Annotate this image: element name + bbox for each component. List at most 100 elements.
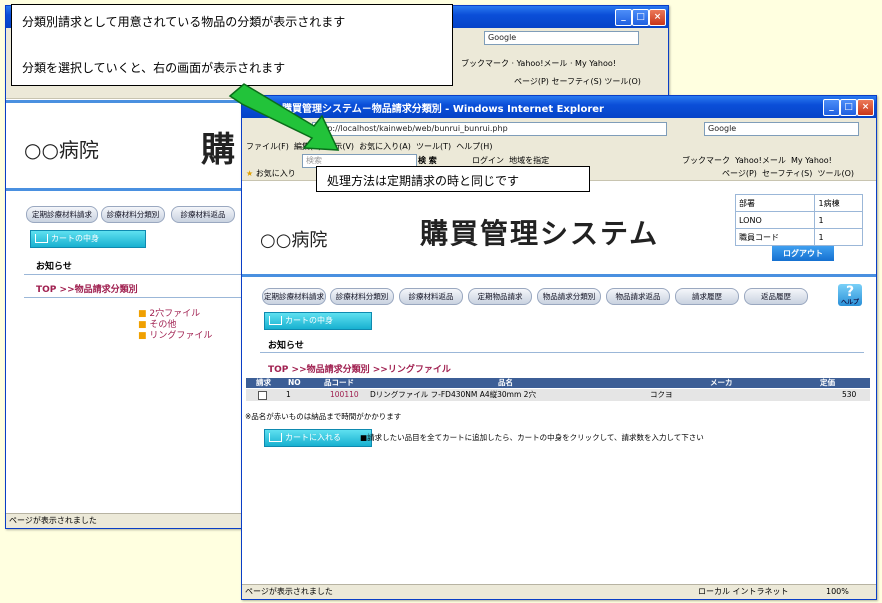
cart-icon bbox=[269, 316, 282, 325]
nav-shinryo-bunrui[interactable]: 診療材料分類別 bbox=[330, 288, 394, 305]
front-cart-button[interactable]: カートの中身 bbox=[264, 312, 372, 330]
front-status-bar: ページが表示されました ローカル イントラネット 100% bbox=[242, 584, 876, 599]
help-button[interactable]: ? ヘルプ bbox=[838, 284, 862, 306]
nav-shinryo-bunrui[interactable]: 診療材料分類別 bbox=[101, 206, 165, 223]
table-row: 1 100110 Dリングファイル フ-FD430NM A4縦30mm 2穴 コ… bbox=[246, 389, 870, 401]
nav-shinryo-henpin[interactable]: 診療材料返品 bbox=[399, 288, 463, 305]
front-crumb-top[interactable]: TOP bbox=[268, 365, 288, 375]
row-code: 100110 bbox=[330, 390, 359, 399]
back-cart-button[interactable]: カートの中身 bbox=[30, 230, 146, 248]
user-info-table: 部署 1病棟 LONO 1 職員コード 1 bbox=[734, 194, 863, 246]
request-checkbox[interactable] bbox=[258, 391, 267, 400]
back-crumb-top[interactable]: TOP bbox=[36, 285, 56, 295]
my-yahoo-link[interactable]: My Yahoo! bbox=[791, 156, 832, 165]
row-maker: コクヨ bbox=[650, 390, 673, 399]
back-breadcrumb: TOP >>物品請求分類別 bbox=[36, 282, 138, 295]
info-value: 1病棟 bbox=[814, 194, 863, 212]
info-label: 職員コード bbox=[734, 228, 816, 246]
nav-henpin-rireki[interactable]: 返品履歴 bbox=[744, 288, 808, 305]
zoom-control[interactable]: 100% bbox=[826, 585, 849, 599]
green-arrow bbox=[228, 83, 340, 151]
add-cart-label: カートに入れる bbox=[285, 433, 341, 442]
front-logo: 購買管理システム bbox=[420, 217, 660, 250]
back-notice-heading: お知らせ bbox=[36, 262, 72, 272]
address-bar[interactable]: http://localhost/kainweb/web/bunrui_bunr… bbox=[312, 122, 667, 136]
maximize-button[interactable]: □ bbox=[632, 9, 649, 26]
category-list: ■ 2穴ファイル ■ その他 ■ リングファイル bbox=[138, 309, 212, 342]
info-label: LONO bbox=[734, 211, 816, 229]
info-value: 1 bbox=[814, 211, 863, 229]
info-row: LONO 1 bbox=[734, 211, 863, 229]
nav-buppin-henpin[interactable]: 物品請求返品 bbox=[606, 288, 670, 305]
callout-top-line2: 分類を選択していくと、右の画面が表示されます bbox=[22, 61, 286, 75]
region-link[interactable]: 地域を指定 bbox=[509, 156, 549, 165]
back-search-box[interactable]: Google bbox=[484, 31, 639, 45]
back-rule-2 bbox=[24, 297, 246, 298]
nav-teiki-shinryo[interactable]: 定期診療材料請求 bbox=[26, 206, 98, 223]
row-name: Dリングファイル フ-FD430NM A4縦30mm 2穴 bbox=[370, 390, 536, 399]
close-button[interactable]: × bbox=[857, 99, 874, 116]
menu-help[interactable]: ヘルプ(H) bbox=[456, 142, 492, 151]
back-cart-label: カートの中身 bbox=[51, 234, 99, 243]
favorites-button[interactable]: ★ お気に入り bbox=[246, 168, 296, 179]
nav-teiki-buppin[interactable]: 定期物品請求 bbox=[468, 288, 532, 305]
category-item[interactable]: ■ 2穴ファイル bbox=[138, 309, 212, 320]
back-hospital-name: ○○病院 bbox=[24, 138, 99, 162]
front-search-box[interactable]: Google bbox=[704, 122, 859, 136]
nav-buppin-bunrui[interactable]: 物品請求分類別 bbox=[537, 288, 601, 305]
close-button[interactable]: × bbox=[649, 9, 666, 26]
row-no: 1 bbox=[286, 390, 291, 399]
minimize-button[interactable]: _ bbox=[615, 9, 632, 26]
callout-middle: 処理方法は定期請求の時と同じです bbox=[316, 166, 590, 192]
safety-menu[interactable]: セーフティ(S) bbox=[551, 77, 601, 86]
cart-icon bbox=[35, 234, 48, 243]
info-row: 部署 1病棟 bbox=[734, 194, 863, 212]
bookmark-link[interactable]: ブックマーク bbox=[461, 59, 509, 68]
nav-seikyu-rireki[interactable]: 請求履歴 bbox=[675, 288, 739, 305]
item-table-header: 請求 NO 品コード 品名 メーカ 定価 bbox=[246, 378, 870, 388]
yahoo-toolbar-links: ログイン 地域を指定 bbox=[472, 155, 549, 166]
maximize-button[interactable]: □ bbox=[840, 99, 857, 116]
front-notice-heading: お知らせ bbox=[268, 341, 304, 351]
info-row: 職員コード 1 bbox=[734, 228, 863, 246]
yahoo-mail-link[interactable]: Yahoo!メール bbox=[517, 59, 568, 68]
col-price: 定価 bbox=[820, 378, 835, 387]
safety-menu[interactable]: セーフティ(S) bbox=[762, 169, 812, 178]
help-icon: ? bbox=[845, 284, 855, 300]
front-page-tools: ページ(P) セーフティ(S) ツール(O) bbox=[722, 168, 854, 179]
star-icon: ★ bbox=[246, 169, 254, 178]
nav-shinryo-henpin[interactable]: 診療材料返品 bbox=[171, 206, 235, 223]
menu-tools[interactable]: ツール(T) bbox=[416, 142, 451, 151]
help-label: ヘルプ bbox=[840, 299, 859, 306]
front-yahoo-links: ブックマーク Yahoo!メール My Yahoo! bbox=[682, 155, 832, 166]
logout-button[interactable]: ログアウト bbox=[772, 246, 834, 261]
tools-menu[interactable]: ツール(O) bbox=[604, 77, 641, 86]
yahoo-search-button[interactable]: 検 索 bbox=[418, 155, 437, 166]
category-item[interactable]: ■ リングファイル bbox=[138, 331, 212, 342]
add-to-cart-button[interactable]: カートに入れる bbox=[264, 429, 372, 447]
cart-icon bbox=[269, 433, 282, 442]
info-value: 1 bbox=[814, 228, 863, 246]
yahoo-mail-link[interactable]: Yahoo!メール bbox=[735, 156, 786, 165]
instruction-text: ■請求したい品目を全てカートに追加したら、カートの中身をクリックして、請求数を入… bbox=[360, 433, 704, 442]
minimize-button[interactable]: _ bbox=[823, 99, 840, 116]
page-menu[interactable]: ページ(P) bbox=[514, 77, 549, 86]
callout-middle-text: 処理方法は定期請求の時と同じです bbox=[327, 174, 520, 188]
callout-top: 分類別請求として用意されている物品の分類が表示されます 分類を選択していくと、右… bbox=[11, 4, 453, 86]
nav-teiki-shinryo[interactable]: 定期診療材料請求 bbox=[262, 288, 326, 305]
category-item[interactable]: ■ その他 bbox=[138, 320, 212, 331]
page-menu[interactable]: ページ(P) bbox=[722, 169, 757, 178]
col-code: 品コード bbox=[324, 378, 354, 387]
row-price: 530 bbox=[842, 390, 857, 399]
front-status-text: ページが表示されました bbox=[245, 587, 333, 596]
login-link[interactable]: ログイン bbox=[472, 156, 504, 165]
col-no: NO bbox=[288, 378, 301, 387]
back-rule-1 bbox=[24, 274, 246, 275]
front-rule-1 bbox=[260, 352, 864, 353]
tools-menu[interactable]: ツール(O) bbox=[817, 169, 854, 178]
menu-favorites[interactable]: お気に入り(A) bbox=[359, 142, 411, 151]
front-breadcrumb: TOP >>物品請求分類別 >>リングファイル bbox=[268, 362, 451, 375]
bookmark-link[interactable]: ブックマーク bbox=[682, 156, 730, 165]
remark-text: ※品名が赤いものは納品まで時間がかかります bbox=[245, 412, 402, 421]
my-yahoo-link[interactable]: My Yahoo! bbox=[575, 59, 616, 68]
